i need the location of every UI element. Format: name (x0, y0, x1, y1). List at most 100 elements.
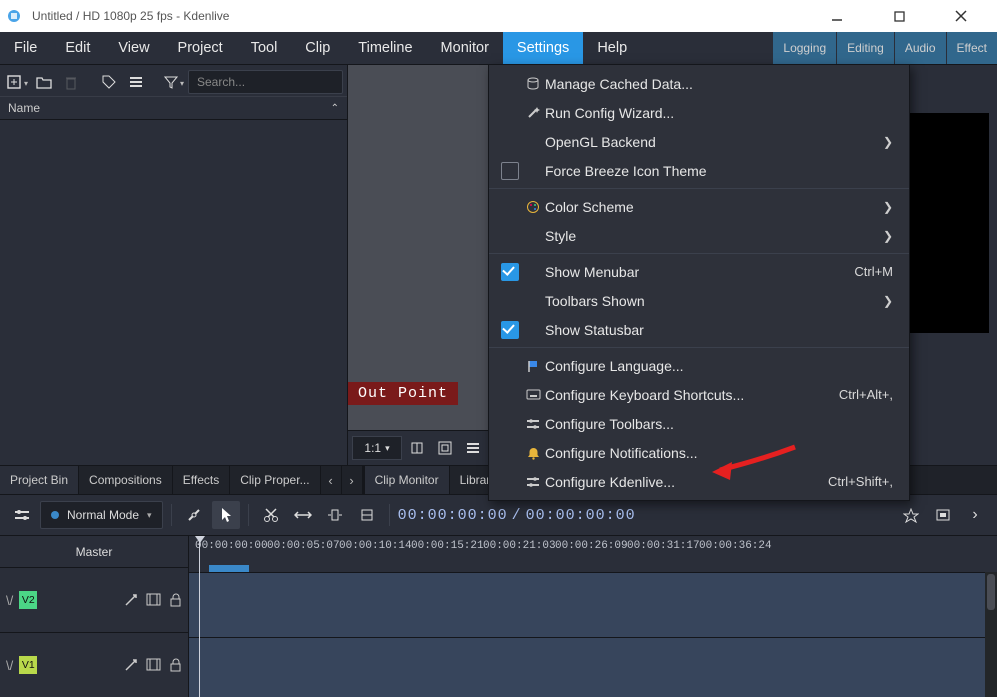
menuitem-color-scheme[interactable]: Color Scheme❯ (489, 192, 909, 221)
menuitem-show-menubar[interactable]: Show MenubarCtrl+M (489, 257, 909, 286)
tab-clip-proper-[interactable]: Clip Proper... (230, 466, 320, 494)
favorite-button[interactable] (897, 501, 925, 529)
menuitem-accelerator: Ctrl+Alt+, (839, 387, 893, 402)
menuitem-run-config-wizard[interactable]: Run Config Wizard... (489, 98, 909, 127)
fit-zoom-button[interactable] (929, 501, 957, 529)
filter-button[interactable]: ▾ (161, 70, 187, 94)
add-clip-button[interactable]: ▾ (4, 70, 30, 94)
razor-tool-button[interactable] (257, 501, 285, 529)
spacer-tool-button[interactable] (289, 501, 317, 529)
tab-nav-next[interactable]: › (342, 466, 363, 494)
master-track-header[interactable]: Master (0, 536, 188, 568)
track-video-icon[interactable] (146, 593, 161, 607)
track-row[interactable] (189, 573, 997, 638)
submenu-arrow-icon: ❯ (883, 135, 893, 149)
palette-icon (521, 200, 545, 214)
timeline: Master \/ V2 \/ V1 00:00:00:0000:00:05:0700… (0, 536, 997, 697)
track-expand-icon[interactable]: \/ (6, 658, 13, 673)
layout-editing-button[interactable]: Editing (836, 32, 894, 64)
overwrite-zone-button[interactable] (353, 501, 381, 529)
menu-settings[interactable]: Settings (503, 32, 583, 64)
timeline-zone-marker[interactable] (209, 565, 249, 572)
menu-tool[interactable]: Tool (237, 32, 292, 64)
minimize-button[interactable] (817, 2, 857, 30)
track-lock-icon[interactable] (169, 658, 182, 672)
track-effects-icon[interactable] (124, 658, 138, 672)
menuitem-configure-keyboard-shortcuts[interactable]: Configure Keyboard Shortcuts...Ctrl+Alt+… (489, 380, 909, 409)
next-button[interactable]: › (961, 501, 989, 529)
ruler-tick: 00:00:36:24 (699, 540, 772, 552)
track-badge: V2 (19, 591, 37, 609)
tab-project-bin[interactable]: Project Bin (0, 466, 79, 494)
edit-mode-selector[interactable]: Normal Mode ▾ (40, 501, 163, 529)
bin-list[interactable] (0, 120, 347, 465)
zoom-scale-selector[interactable]: 1:1▾ (352, 436, 402, 460)
menu-edit[interactable]: Edit (51, 32, 104, 64)
tag-button[interactable] (96, 70, 122, 94)
menu-monitor[interactable]: Monitor (427, 32, 503, 64)
menuitem-force-breeze-icon-theme[interactable]: Force Breeze Icon Theme (489, 156, 909, 185)
track-row[interactable] (189, 638, 997, 697)
checkbox-icon (499, 263, 521, 281)
track-video-icon[interactable] (146, 658, 161, 672)
menuitem-style[interactable]: Style❯ (489, 221, 909, 250)
timecode-sep: / (512, 507, 522, 524)
menuitem-show-statusbar[interactable]: Show Statusbar (489, 315, 909, 344)
selection-tool-button[interactable] (212, 501, 240, 529)
menu-view[interactable]: View (104, 32, 163, 64)
menu-timeline[interactable]: Timeline (344, 32, 426, 64)
menu-file[interactable]: File (0, 32, 51, 64)
track-effects-icon[interactable] (124, 593, 138, 607)
menuitem-toolbars-shown[interactable]: Toolbars Shown❯ (489, 286, 909, 315)
search-input[interactable]: Search... (188, 70, 343, 94)
kbd-icon (521, 389, 545, 400)
layout-effect-button[interactable]: Effect (946, 32, 997, 64)
layout-audio-button[interactable]: Audio (894, 32, 946, 64)
menu-project[interactable]: Project (164, 32, 237, 64)
list-view-button[interactable] (123, 70, 149, 94)
tool-connector-button[interactable] (180, 501, 208, 529)
menu-clip[interactable]: Clip (291, 32, 344, 64)
timecode-position[interactable]: 00:00:00:00 (398, 507, 508, 524)
timeline-ruler[interactable]: 00:00:00:0000:00:05:0700:00:10:1400:00:1… (189, 536, 997, 573)
menuitem-configure-language[interactable]: Configure Language... (489, 351, 909, 380)
track-lock-icon[interactable] (169, 593, 182, 607)
tab-clip-monitor[interactable]: Clip Monitor (365, 466, 450, 494)
window-controls (817, 2, 993, 30)
menuitem-label: Configure Language... (545, 358, 893, 374)
tab-compositions[interactable]: Compositions (79, 466, 173, 494)
folder-button[interactable] (31, 70, 57, 94)
ruler-tick: 00:00:10:14 (339, 540, 412, 552)
ruler-tick: 00:00:26:09 (555, 540, 628, 552)
track-header-v1[interactable]: \/ V1 (0, 633, 188, 697)
timeline-vscrollbar[interactable] (985, 572, 997, 697)
track-badge: V1 (19, 656, 37, 674)
menuitem-label: Configure Keyboard Shortcuts... (545, 387, 839, 403)
ruler-tick: 00:00:15:21 (411, 540, 484, 552)
menu-help[interactable]: Help (583, 32, 641, 64)
menuitem-configure-kdenlive[interactable]: Configure Kdenlive...Ctrl+Shift+, (489, 467, 909, 496)
menuitem-configure-toolbars[interactable]: Configure Toolbars... (489, 409, 909, 438)
insert-zone-button[interactable] (321, 501, 349, 529)
delete-clip-button[interactable] (58, 70, 84, 94)
window-title: Untitled / HD 1080p 25 fps - Kdenlive (32, 9, 817, 23)
timeline-canvas[interactable]: 00:00:00:0000:00:05:0700:00:10:1400:00:1… (189, 536, 997, 697)
playhead[interactable] (199, 536, 200, 697)
monitor-menu-icon[interactable] (460, 436, 486, 460)
layout-logging-button[interactable]: Logging (772, 32, 836, 64)
monitor-zoom-icon[interactable] (432, 436, 458, 460)
bin-column-header[interactable]: Name ⌃ (0, 96, 347, 120)
track-header-v2[interactable]: \/ V2 (0, 568, 188, 633)
monitor-grid-icon[interactable] (404, 436, 430, 460)
menuitem-configure-notifications[interactable]: Configure Notifications... (489, 438, 909, 467)
menuitem-opengl-backend[interactable]: OpenGL Backend❯ (489, 127, 909, 156)
menuitem-manage-cached-data[interactable]: Manage Cached Data... (489, 69, 909, 98)
track-expand-icon[interactable]: \/ (6, 593, 13, 608)
tab-nav-prev[interactable]: ‹ (321, 466, 342, 494)
track-compositing-button[interactable] (8, 501, 36, 529)
settings-menu-dropdown: Manage Cached Data...Run Config Wizard..… (488, 64, 910, 501)
tab-effects[interactable]: Effects (173, 466, 230, 494)
close-button[interactable] (941, 2, 981, 30)
maximize-button[interactable] (879, 2, 919, 30)
ruler-tick: 00:00:31:17 (627, 540, 700, 552)
